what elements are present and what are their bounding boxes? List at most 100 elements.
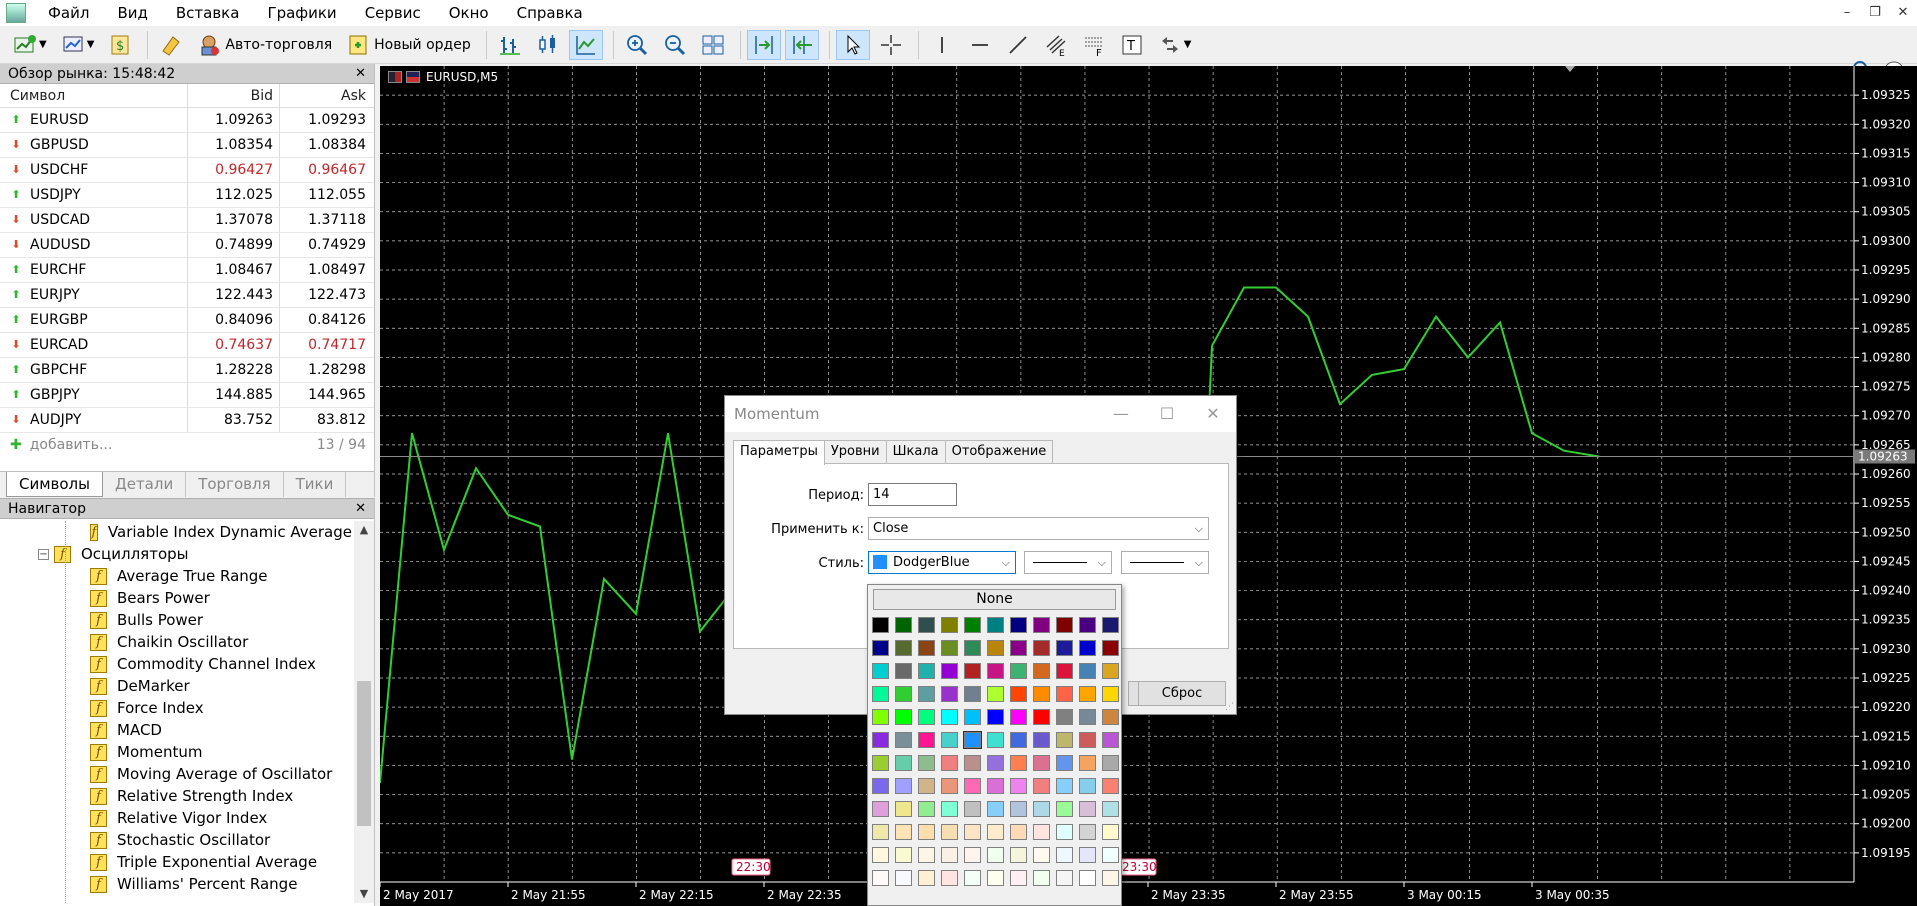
color-swatch[interactable] — [964, 847, 981, 863]
add-symbol-row[interactable]: ✚ добавить... 13 / 94 — [0, 433, 374, 458]
color-swatch[interactable] — [941, 640, 958, 656]
tree-item[interactable]: f Momentum — [0, 741, 352, 763]
color-swatch[interactable] — [1079, 663, 1096, 679]
color-swatch[interactable] — [964, 824, 981, 840]
color-swatch[interactable] — [964, 640, 981, 656]
color-swatch[interactable] — [1010, 801, 1027, 817]
color-swatch[interactable] — [987, 801, 1004, 817]
color-swatch[interactable] — [1033, 847, 1050, 863]
line-width-select[interactable]: ⌵ — [1121, 551, 1209, 574]
color-swatch[interactable] — [987, 870, 1004, 886]
menu-help[interactable]: Справка — [503, 0, 597, 26]
tree-item[interactable]: f Commodity Channel Index — [0, 653, 352, 675]
color-swatch[interactable] — [987, 686, 1004, 702]
color-swatch[interactable] — [1079, 640, 1096, 656]
color-swatch[interactable] — [1102, 778, 1119, 794]
color-swatch[interactable] — [872, 686, 889, 702]
period-input[interactable]: 14 — [868, 483, 957, 506]
tab-ticks[interactable]: Тики — [284, 472, 347, 497]
color-swatch[interactable] — [895, 617, 912, 633]
text-label-button[interactable]: T — [1115, 30, 1149, 60]
cursor-tool-button[interactable] — [835, 29, 870, 60]
color-swatch[interactable] — [1102, 709, 1119, 725]
new-order-button[interactable]: Новый ордер — [341, 30, 476, 60]
market-watch-row[interactable]: ⬇ USDCHF 0.96427 0.96467 — [0, 158, 374, 183]
color-swatch[interactable] — [1033, 709, 1050, 725]
color-swatch[interactable] — [964, 709, 981, 725]
tree-item[interactable]: f Moving Average of Oscillator — [0, 763, 352, 785]
color-swatch[interactable] — [918, 709, 935, 725]
color-swatch[interactable] — [1010, 732, 1027, 748]
chart-shift-button[interactable] — [784, 29, 819, 60]
color-swatch[interactable] — [1010, 824, 1027, 840]
color-swatch[interactable] — [1102, 640, 1119, 656]
color-swatch[interactable] — [918, 778, 935, 794]
market-watch-toggle-button[interactable]: $ — [103, 30, 137, 60]
crosshair-tool-button[interactable] — [874, 30, 908, 60]
zoom-out-button[interactable] — [658, 30, 692, 60]
color-swatch[interactable] — [895, 778, 912, 794]
color-swatch[interactable] — [1033, 801, 1050, 817]
color-swatch[interactable] — [987, 755, 1004, 771]
tree-item[interactable]: f Variable Index Dynamic Average — [0, 521, 352, 543]
tree-folder-oscillators[interactable]: − f Осцилляторы — [0, 543, 352, 565]
market-watch-row[interactable]: ⬆ EURGBP 0.84096 0.84126 — [0, 308, 374, 333]
tab-visualization[interactable]: Отображение — [944, 440, 1054, 464]
color-swatch[interactable] — [1033, 663, 1050, 679]
color-swatch[interactable] — [918, 801, 935, 817]
color-swatch[interactable] — [987, 617, 1004, 633]
market-watch-row[interactable]: ⬆ EURCHF 1.08467 1.08497 — [0, 258, 374, 283]
color-swatch[interactable] — [941, 801, 958, 817]
color-swatch[interactable] — [1079, 870, 1096, 886]
color-swatch[interactable] — [1056, 870, 1073, 886]
color-swatch[interactable] — [1056, 617, 1073, 633]
color-swatch[interactable] — [964, 870, 981, 886]
color-swatch[interactable] — [895, 755, 912, 771]
close-icon[interactable]: ✕ — [1190, 396, 1236, 432]
color-swatch[interactable] — [1010, 870, 1027, 886]
tile-windows-button[interactable] — [696, 30, 730, 60]
color-swatch[interactable] — [1010, 755, 1027, 771]
color-swatch[interactable] — [964, 617, 981, 633]
color-swatch[interactable] — [895, 663, 912, 679]
color-swatch[interactable] — [1010, 663, 1027, 679]
column-header-bid[interactable]: Bid — [188, 84, 280, 107]
meta-editor-button[interactable] — [154, 30, 188, 60]
color-swatch[interactable] — [918, 870, 935, 886]
color-swatch[interactable] — [941, 870, 958, 886]
color-swatch[interactable] — [941, 824, 958, 840]
menu-window[interactable]: Окно — [435, 0, 503, 26]
arrows-button[interactable]: ▼ — [1153, 30, 1197, 60]
tree-item[interactable]: f Chaikin Oscillator — [0, 631, 352, 653]
market-watch-row[interactable]: ⬇ AUDUSD 0.74899 0.74929 — [0, 233, 374, 258]
color-swatch[interactable] — [1102, 663, 1119, 679]
collapse-icon[interactable]: − — [38, 548, 49, 560]
color-swatch[interactable] — [964, 801, 981, 817]
color-swatch[interactable] — [1056, 847, 1073, 863]
color-swatch[interactable] — [1010, 617, 1027, 633]
maximize-icon[interactable]: ☐ — [1144, 396, 1190, 432]
color-swatch[interactable] — [941, 778, 958, 794]
market-watch-row[interactable]: ⬇ EURCAD 0.74637 0.74717 — [0, 333, 374, 358]
color-swatch[interactable] — [1010, 686, 1027, 702]
zoom-in-button[interactable] — [620, 30, 654, 60]
color-swatch[interactable] — [872, 709, 889, 725]
color-swatch[interactable] — [1010, 640, 1027, 656]
dropdown-caret-icon[interactable]: ▼ — [1184, 39, 1192, 50]
color-swatch[interactable] — [1033, 824, 1050, 840]
close-icon[interactable]: ✕ — [355, 64, 366, 84]
tree-item[interactable]: f Force Index — [0, 697, 352, 719]
market-watch-row[interactable]: ⬇ GBPUSD 1.08354 1.08384 — [0, 133, 374, 158]
equidistant-channel-button[interactable]: E — [1039, 30, 1073, 60]
color-swatch[interactable] — [1056, 824, 1073, 840]
color-swatch[interactable] — [872, 847, 889, 863]
color-swatch[interactable] — [895, 801, 912, 817]
color-swatch[interactable] — [941, 732, 958, 748]
color-swatch[interactable] — [1033, 686, 1050, 702]
color-swatch[interactable] — [872, 755, 889, 771]
color-swatch[interactable] — [987, 847, 1004, 863]
chart-shift-marker[interactable] — [1565, 66, 1575, 72]
color-swatch[interactable] — [1033, 732, 1050, 748]
tab-details[interactable]: Детали — [103, 472, 187, 497]
color-swatch[interactable] — [987, 640, 1004, 656]
